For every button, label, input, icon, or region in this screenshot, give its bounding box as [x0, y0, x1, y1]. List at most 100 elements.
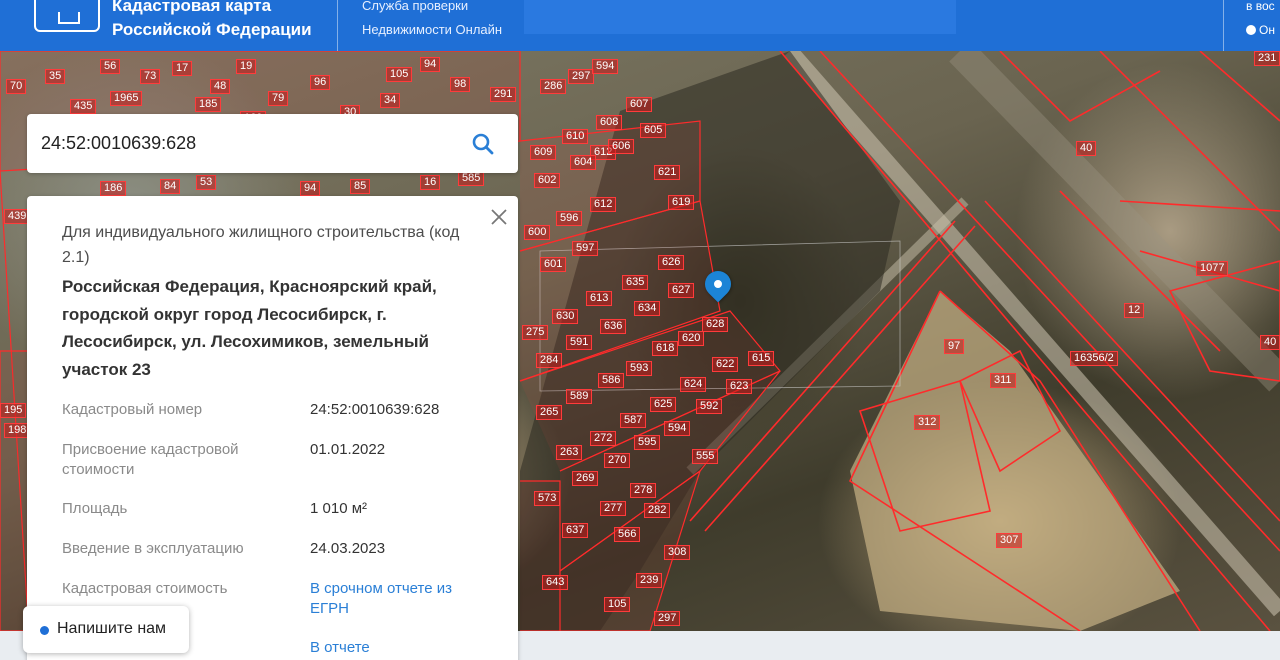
- plot-label[interactable]: 622: [712, 357, 739, 372]
- plot-label[interactable]: 609: [530, 145, 557, 160]
- plot-label[interactable]: 275: [522, 325, 549, 340]
- plot-label[interactable]: 612: [590, 197, 617, 212]
- service-title[interactable]: Служба проверки Недвижимости Онлайн: [362, 0, 512, 42]
- plot-label[interactable]: 278: [630, 483, 657, 498]
- plot-label[interactable]: 286: [540, 79, 567, 94]
- plot-label[interactable]: 265: [536, 405, 563, 420]
- plot-label[interactable]: 623: [726, 379, 753, 394]
- plot-label[interactable]: 594: [664, 421, 691, 436]
- plot-label[interactable]: 597: [572, 241, 599, 256]
- plot-label[interactable]: 604: [570, 155, 597, 170]
- plot-label[interactable]: 56: [100, 59, 121, 74]
- plot-label[interactable]: 585: [458, 171, 485, 186]
- plot-label[interactable]: 593: [626, 361, 653, 376]
- plot-label[interactable]: 591: [566, 335, 593, 350]
- plot-label[interactable]: 586: [598, 373, 625, 388]
- plot-label[interactable]: 40: [1260, 335, 1280, 350]
- cadastral-value-link[interactable]: В срочном отчете из ЕГРН: [310, 579, 490, 619]
- plot-label[interactable]: 601: [540, 257, 567, 272]
- plot-label[interactable]: 594: [592, 59, 619, 74]
- plot-label[interactable]: 186: [100, 181, 127, 196]
- plot-label[interactable]: 635: [622, 275, 649, 290]
- plot-label[interactable]: 12: [1124, 303, 1145, 318]
- search-icon[interactable]: [471, 132, 495, 156]
- plot-label[interactable]: 97: [944, 339, 965, 354]
- plot-label[interactable]: 595: [634, 435, 661, 450]
- plot-label[interactable]: 35: [45, 69, 66, 84]
- plot-label[interactable]: 566: [614, 527, 641, 542]
- plot-label[interactable]: 636: [600, 319, 627, 334]
- chat-button[interactable]: Напишите нам: [23, 606, 189, 653]
- plot-label[interactable]: 70: [6, 79, 27, 94]
- plot-label[interactable]: 195: [0, 403, 27, 418]
- plot-label[interactable]: 605: [640, 123, 667, 138]
- plot-label[interactable]: 185: [195, 97, 222, 112]
- plot-label[interactable]: 311: [990, 373, 1016, 388]
- plot-label[interactable]: 105: [604, 597, 631, 612]
- plot-label[interactable]: 587: [620, 413, 647, 428]
- plot-label[interactable]: 602: [534, 173, 561, 188]
- plot-label[interactable]: 626: [658, 255, 685, 270]
- online-toggle-icon[interactable]: [1246, 25, 1256, 35]
- plot-label[interactable]: 589: [566, 389, 593, 404]
- header-right-controls[interactable]: в вос Он: [1246, 0, 1275, 42]
- plot-label[interactable]: 34: [380, 93, 401, 108]
- plot-label[interactable]: 270: [604, 453, 631, 468]
- plot-label[interactable]: 619: [668, 195, 695, 210]
- plot-label[interactable]: 79: [268, 91, 289, 106]
- plot-label[interactable]: 627: [668, 283, 695, 298]
- plot-label[interactable]: 308: [664, 545, 691, 560]
- plot-label[interactable]: 263: [556, 445, 583, 460]
- plot-label[interactable]: 608: [596, 115, 623, 130]
- plot-label[interactable]: 105: [386, 67, 413, 82]
- report-link[interactable]: В отчете: [310, 638, 490, 658]
- plot-label[interactable]: 610: [562, 129, 589, 144]
- plot-label[interactable]: 16: [420, 175, 441, 190]
- plot-label[interactable]: 634: [634, 301, 661, 316]
- plot-label[interactable]: 1077: [1196, 261, 1229, 276]
- search-input[interactable]: [41, 126, 461, 160]
- plot-label[interactable]: 291: [490, 87, 517, 102]
- plot-label[interactable]: 19: [236, 59, 257, 74]
- plot-label[interactable]: 592: [696, 399, 723, 414]
- plot-label[interactable]: 637: [562, 523, 589, 538]
- plot-label[interactable]: 16356/2: [1070, 351, 1118, 366]
- plot-label[interactable]: 555: [692, 449, 719, 464]
- plot-label[interactable]: 48: [210, 79, 231, 94]
- plot-label[interactable]: 1965: [110, 91, 143, 106]
- plot-label[interactable]: 53: [196, 175, 217, 190]
- plot-label[interactable]: 277: [600, 501, 627, 516]
- plot-label[interactable]: 573: [534, 491, 561, 506]
- plot-label[interactable]: 600: [524, 225, 551, 240]
- brand-title[interactable]: Кадастровая карта Российской Федерации: [112, 0, 332, 42]
- plot-label[interactable]: 312: [914, 415, 941, 430]
- plot-label[interactable]: 643: [542, 575, 569, 590]
- plot-label[interactable]: 615: [748, 351, 775, 366]
- plot-label[interactable]: 94: [420, 57, 441, 72]
- plot-label[interactable]: 94: [300, 181, 321, 196]
- rosreestr-logo-icon[interactable]: [34, 0, 100, 32]
- plot-label[interactable]: 435: [70, 99, 97, 114]
- plot-label[interactable]: 239: [636, 573, 663, 588]
- plot-label[interactable]: 621: [654, 165, 681, 180]
- plot-label[interactable]: 98: [450, 77, 471, 92]
- plot-label[interactable]: 85: [350, 179, 371, 194]
- plot-label[interactable]: 625: [650, 397, 677, 412]
- plot-label[interactable]: 272: [590, 431, 617, 446]
- plot-label[interactable]: 620: [678, 331, 705, 346]
- plot-label[interactable]: 628: [702, 317, 729, 332]
- plot-label[interactable]: 96: [310, 75, 331, 90]
- plot-label[interactable]: 231: [1254, 51, 1280, 66]
- plot-label[interactable]: 607: [626, 97, 653, 112]
- plot-label[interactable]: 297: [654, 611, 681, 626]
- plot-label[interactable]: 17: [172, 61, 193, 76]
- plot-label[interactable]: 40: [1076, 141, 1097, 156]
- header-banner[interactable]: [524, 0, 956, 34]
- plot-label[interactable]: 630: [552, 309, 579, 324]
- plot-label[interactable]: 613: [586, 291, 613, 306]
- plot-label[interactable]: 297: [568, 69, 595, 84]
- plot-label[interactable]: 624: [680, 377, 707, 392]
- close-icon[interactable]: [489, 207, 509, 227]
- plot-label[interactable]: 307: [996, 533, 1023, 548]
- plot-label[interactable]: 84: [160, 179, 181, 194]
